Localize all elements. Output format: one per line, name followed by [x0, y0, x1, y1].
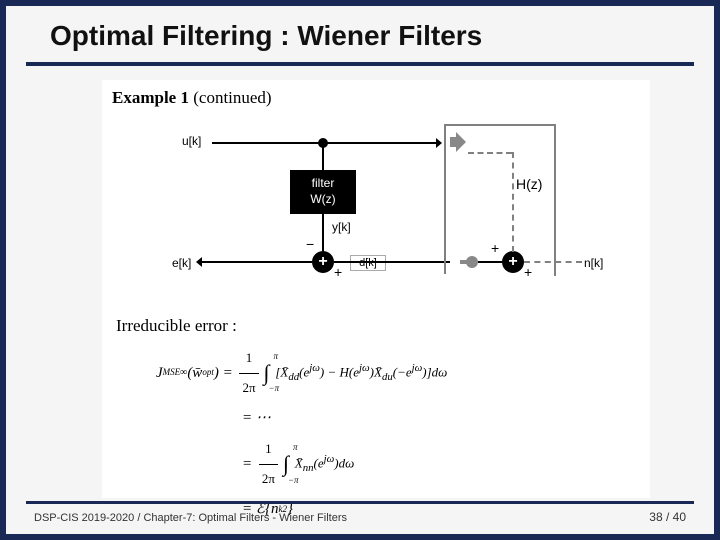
slide-title: Optimal Filtering : Wiener Filters [6, 6, 714, 62]
line-to-filter [322, 142, 324, 170]
acoustic-path [512, 152, 514, 252]
label-H: H(z) [516, 176, 542, 192]
equation-line-3: = 12π ∫π−π X̄nn(ejω)dω [242, 435, 640, 493]
line-filter-out [322, 214, 324, 251]
sign-minus: − [306, 236, 314, 252]
line-e [202, 261, 312, 263]
sum-left: + [312, 251, 334, 273]
footer-page: 38 / 40 [649, 510, 686, 524]
block-diagram: u[k] filter W(z) y[k] − + e[k] + [122, 116, 640, 306]
footer-line [26, 501, 694, 504]
irreducible-label: Irreducible error : [116, 316, 640, 336]
example-heading: Example 1 (continued) [112, 88, 640, 108]
filter-box: filter W(z) [290, 170, 356, 214]
title-underline [26, 62, 694, 66]
equation-line-2: = ⋯ [242, 402, 640, 435]
footer-left: DSP-CIS 2019-2020 / Chapter-7: Optimal F… [34, 512, 347, 524]
label-d: d[k] [350, 255, 386, 271]
label-e: e[k] [172, 256, 191, 270]
acoustic-path-top [468, 152, 512, 154]
content-area: Example 1 (continued) u[k] filter W(z) y… [102, 80, 650, 498]
label-n: n[k] [584, 256, 603, 270]
line-between-sums [334, 261, 450, 263]
sign-plus-left: + [334, 264, 342, 280]
label-y: y[k] [332, 220, 351, 234]
label-u: u[k] [182, 134, 201, 148]
speaker-icon [450, 132, 464, 152]
room-outline-left [444, 124, 446, 274]
equation-block: JMSE∞(w̄opt) = 12π ∫π−π [X̄dd(ejω) − H(e… [156, 344, 640, 526]
equation-line-1: JMSE∞(w̄opt) = 12π ∫π−π [X̄dd(ejω) − H(e… [156, 344, 640, 402]
